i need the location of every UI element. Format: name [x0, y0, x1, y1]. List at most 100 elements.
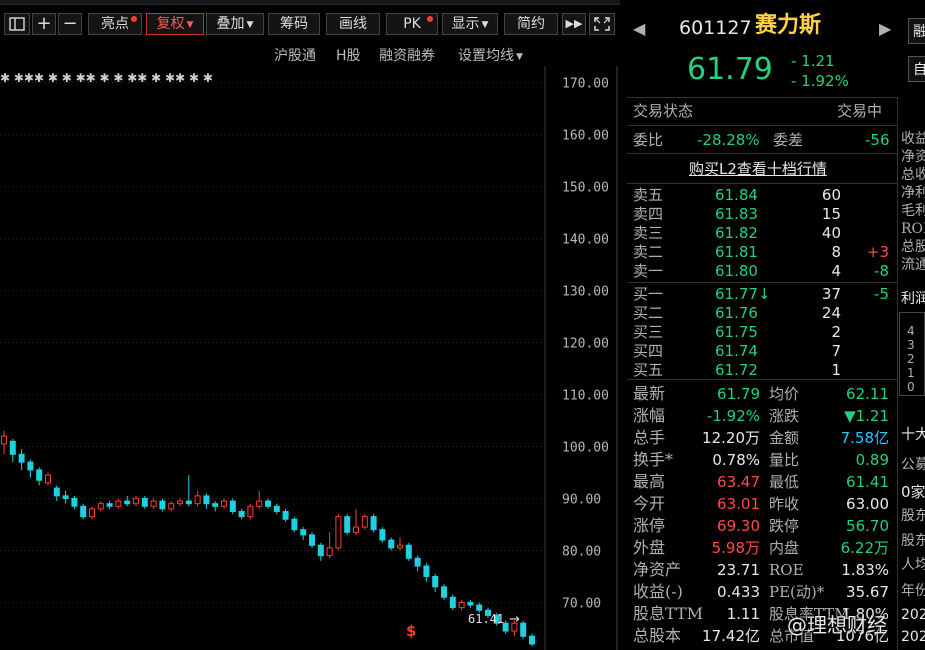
zoom-out-button[interactable]: −: [58, 13, 82, 35]
candle-body[interactable]: [247, 505, 254, 518]
candle-body[interactable]: [300, 529, 307, 536]
bid-price: 61.74: [715, 342, 758, 360]
event-markers[interactable]: ✱ ✱✱✱ ✱ ✱ ✱✱ ✱ ✱ ✱✱ ✱ ✱✱ ✱ ✱: [0, 71, 213, 85]
margin-link[interactable]: 融资融券: [379, 45, 435, 65]
candle-body[interactable]: [115, 500, 122, 507]
watchlist-side-button[interactable]: 自: [908, 56, 925, 82]
display-dropdown[interactable]: 显示 ▼: [442, 13, 498, 35]
candle-body[interactable]: [27, 461, 34, 471]
candle-body[interactable]: [458, 601, 465, 609]
candle-body[interactable]: [361, 516, 368, 528]
chips-button[interactable]: 筹码: [268, 13, 320, 35]
candle-body[interactable]: [150, 500, 157, 507]
stock-name: 赛力斯: [755, 13, 822, 38]
ask-price: 61.81: [715, 243, 758, 261]
candle-body[interactable]: [1, 435, 7, 445]
candle-body[interactable]: [282, 510, 289, 520]
ask-change: -8: [874, 262, 889, 280]
candle-body[interactable]: [344, 516, 351, 533]
candle-body[interactable]: [221, 500, 227, 507]
stat-label: 金额: [769, 429, 800, 447]
candle-body[interactable]: [97, 503, 104, 510]
fullscreen-icon[interactable]: [589, 13, 615, 35]
next-stock-icon[interactable]: ▶: [879, 20, 891, 38]
candle-body[interactable]: [414, 557, 421, 567]
highlight-button[interactable]: 亮点: [88, 13, 142, 35]
candle-body[interactable]: [256, 500, 263, 507]
candle-body[interactable]: [53, 487, 60, 497]
candle-body[interactable]: [9, 440, 16, 455]
hshare-link[interactable]: H股: [336, 45, 361, 65]
candle-body[interactable]: [62, 495, 69, 499]
candle-body[interactable]: [238, 510, 245, 518]
ask-volume: 15: [821, 205, 841, 223]
candle-body[interactable]: [133, 497, 139, 505]
candlestick-chart[interactable]: 170.00 160.00 150.00 140.00 130.00 120.00 110.…: [0, 66, 620, 650]
candle-body[interactable]: [141, 497, 148, 507]
draw-line-button[interactable]: 画线: [326, 13, 380, 35]
candle-body[interactable]: [326, 547, 333, 557]
ask-change: +3: [866, 243, 889, 261]
candle-body[interactable]: [229, 500, 236, 512]
candle-body[interactable]: [159, 500, 166, 510]
stat-label: 换手*: [633, 450, 674, 469]
candle-body[interactable]: [449, 596, 456, 609]
candle-body[interactable]: [335, 516, 342, 549]
candle-body[interactable]: [89, 508, 95, 518]
zoom-in-button[interactable]: +: [32, 13, 56, 35]
l2-link[interactable]: 购买L2查看十档行情: [689, 160, 827, 178]
candle-body[interactable]: [203, 495, 210, 505]
side-fund-label: 公募: [901, 457, 925, 473]
candle-body[interactable]: [370, 516, 377, 531]
candle-body[interactable]: [529, 635, 535, 645]
candle-body[interactable]: [353, 526, 359, 533]
candle-body[interactable]: [405, 544, 412, 559]
candle-body[interactable]: [185, 500, 192, 505]
candle-body[interactable]: [106, 503, 113, 507]
candle-body[interactable]: [397, 544, 403, 549]
side-metric-label: 净利: [901, 185, 925, 201]
candle-body[interactable]: [168, 503, 175, 510]
hgt-link[interactable]: 沪股通: [274, 45, 316, 65]
prev-stock-icon[interactable]: ◀: [633, 20, 645, 38]
candle-body[interactable]: [291, 518, 298, 531]
margin-side-button[interactable]: 融: [908, 18, 925, 44]
layout-icon[interactable]: [4, 13, 30, 35]
ask-level-label: 卖一: [633, 262, 664, 280]
chart-toolbar: + − 亮点 复权 ▼ 叠加 ▼ 筹码 画线 PK 显示 ▼ 简约 ▶▶: [0, 7, 620, 39]
candle-body[interactable]: [18, 453, 25, 463]
candle-body[interactable]: [45, 474, 51, 484]
price-tick-label: 100.00: [562, 440, 609, 455]
candle-body[interactable]: [177, 500, 183, 505]
candle-body[interactable]: [432, 575, 439, 588]
candle-body[interactable]: [71, 497, 78, 507]
candle-body[interactable]: [423, 565, 430, 577]
simple-button[interactable]: 简约: [504, 13, 558, 35]
candle-body[interactable]: [273, 505, 280, 512]
stat-value: 69.30: [717, 517, 760, 535]
status-label: 交易状态: [633, 102, 694, 120]
candle-body[interactable]: [317, 544, 324, 557]
candle-body[interactable]: [520, 622, 527, 637]
candle-body[interactable]: [309, 534, 315, 546]
pk-button[interactable]: PK: [386, 13, 438, 35]
s-marker-icon[interactable]: $: [406, 622, 416, 640]
candle-body[interactable]: [467, 601, 474, 606]
candle-body[interactable]: [265, 500, 271, 507]
stat-value: 0.433: [717, 583, 760, 601]
candle-body[interactable]: [194, 495, 201, 505]
candle-body[interactable]: [388, 539, 395, 549]
stock-terminal-window: + − 亮点 复权 ▼ 叠加 ▼ 筹码 画线 PK 显示 ▼ 简约 ▶▶ 沪股通 H股…: [0, 0, 925, 650]
candle-body[interactable]: [379, 529, 386, 541]
fast-forward-icon[interactable]: ▶▶: [562, 13, 586, 35]
candle-body[interactable]: [80, 505, 87, 518]
ma-settings-dropdown[interactable]: 设置均线 ▼: [458, 45, 523, 65]
candle-body[interactable]: [36, 469, 43, 481]
stat-value: 6.22万: [840, 539, 889, 557]
fuquan-dropdown[interactable]: 复权 ▼: [146, 13, 204, 35]
candle-body[interactable]: [212, 503, 219, 507]
candle-body[interactable]: [441, 586, 447, 598]
candle-body[interactable]: [124, 500, 131, 505]
candle-body[interactable]: [476, 604, 483, 611]
overlay-dropdown[interactable]: 叠加 ▼: [206, 13, 264, 35]
